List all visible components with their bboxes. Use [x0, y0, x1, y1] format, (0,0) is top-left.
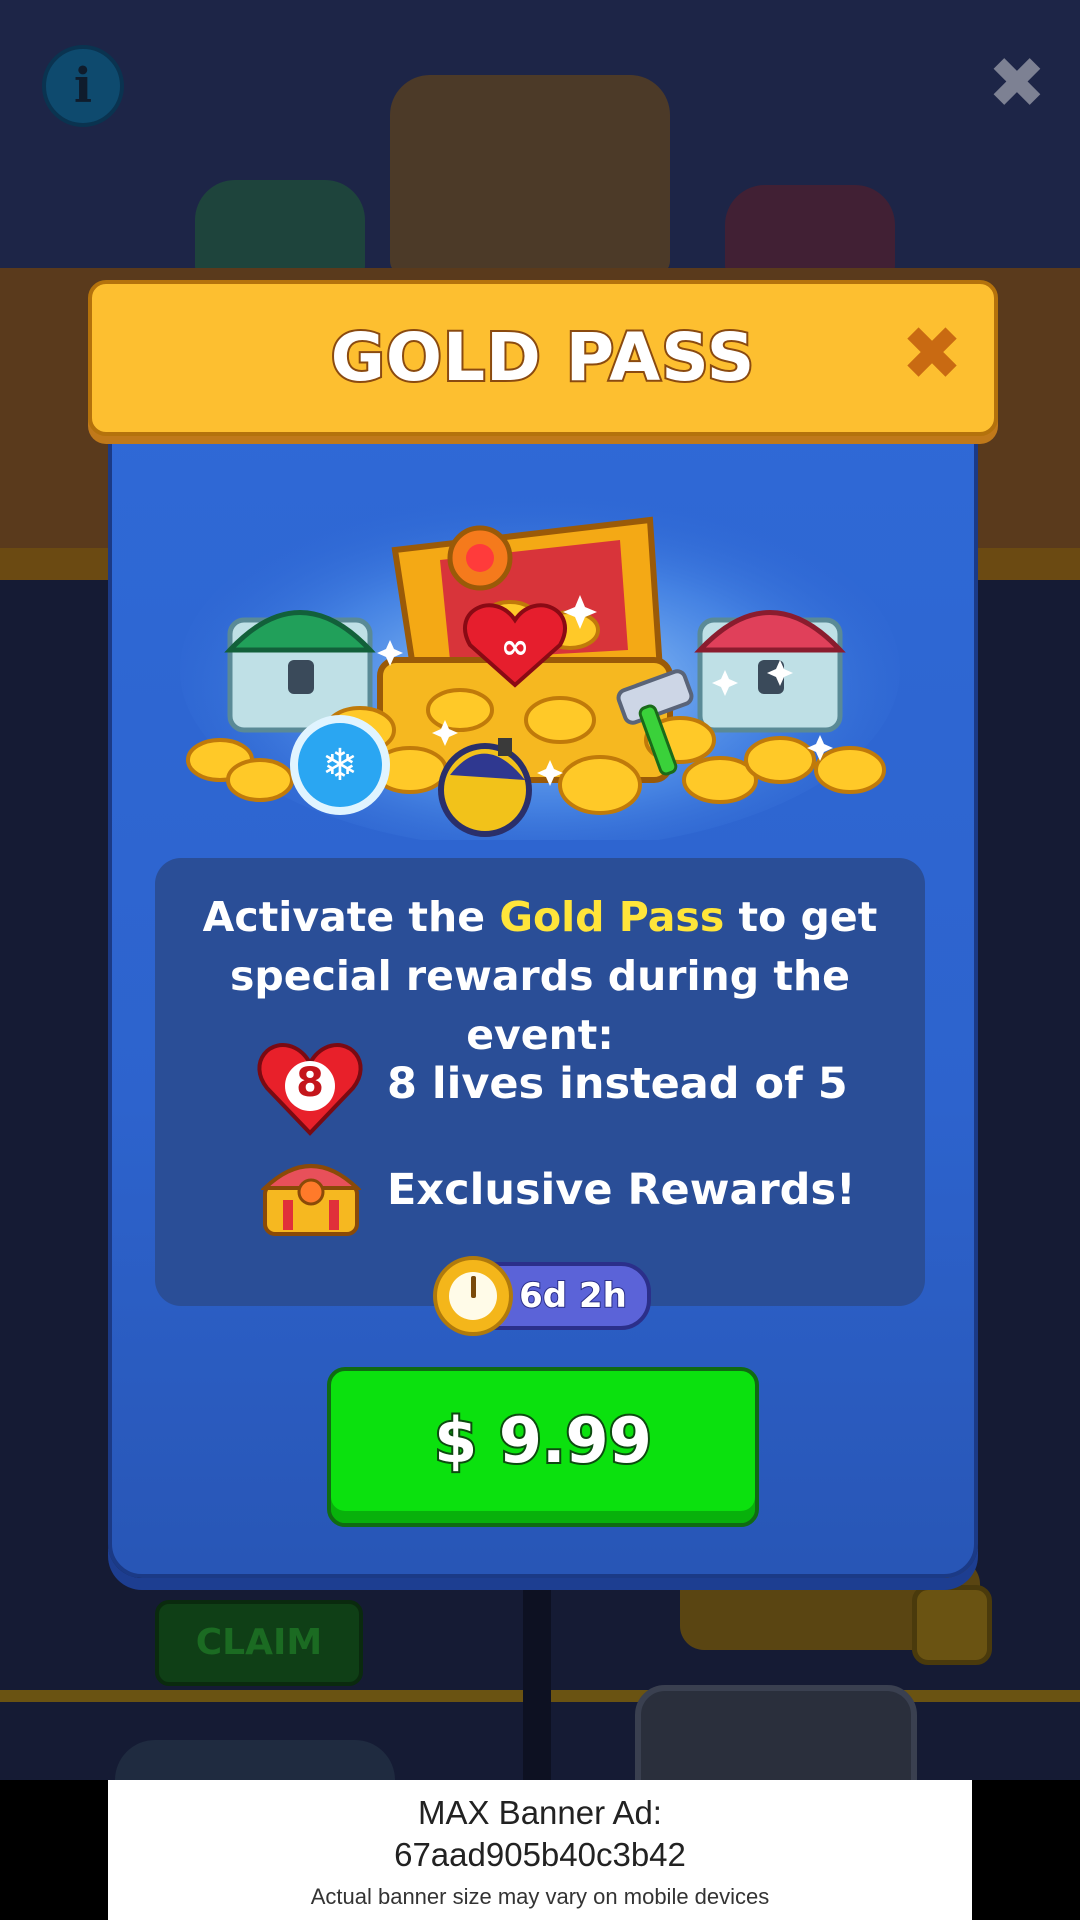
- benefit-label: Exclusive Rewards!: [387, 1165, 856, 1215]
- freeze-booster-icon: ❄: [290, 715, 390, 815]
- modal-header: GOLD PASS: [88, 280, 998, 436]
- ad-margin-right: [972, 1780, 1080, 1920]
- info-icon: i: [42, 45, 124, 127]
- description-text: Activate the: [202, 893, 500, 941]
- svg-text:❄: ❄: [322, 740, 359, 791]
- gold-pass-highlight: Gold Pass: [499, 893, 725, 941]
- background-chest-green: [195, 180, 365, 280]
- price-label: $ 9.99: [432, 1402, 654, 1479]
- background-chest-red: [725, 185, 895, 280]
- ad-banner[interactable]: MAX Banner Ad: 67aad905b40c3b42 Actual b…: [108, 1780, 972, 1920]
- benefit-exclusive-rewards: Exclusive Rewards!: [155, 1140, 925, 1240]
- background-chest-gold: [390, 75, 670, 275]
- ad-margin-left: [0, 1780, 108, 1920]
- treasure-chest-icon: [261, 1164, 361, 1236]
- benefits-panel: Activate the Gold Pass to get special re…: [155, 858, 925, 1306]
- close-icon: ✖: [987, 42, 1047, 124]
- background-divider: [523, 1560, 551, 1790]
- purchase-button[interactable]: $ 9.99: [327, 1367, 759, 1527]
- treasure-illustration: ∞ ❄: [180, 490, 900, 840]
- benefit-extra-lives: 8 8 lives instead of 5: [155, 1034, 925, 1136]
- svg-text:∞: ∞: [501, 627, 529, 667]
- ad-note: Actual banner size may vary on mobile de…: [310, 1884, 770, 1909]
- stopwatch-icon: [433, 1256, 513, 1336]
- claim-button: CLAIM: [155, 1600, 363, 1686]
- heart-badge: 8: [296, 1060, 324, 1106]
- lock-icon: [912, 1585, 992, 1665]
- ad-id: 67aad905b40c3b42: [394, 1836, 686, 1873]
- close-icon[interactable]: ✖: [900, 317, 964, 391]
- red-chest-icon: [694, 610, 846, 733]
- timer-text: 6d 2h: [518, 1275, 628, 1317]
- ad-title: MAX Banner Ad:: [418, 1794, 662, 1831]
- benefit-label: 8 lives instead of 5: [387, 1059, 848, 1109]
- modal-title: GOLD PASS: [329, 317, 757, 398]
